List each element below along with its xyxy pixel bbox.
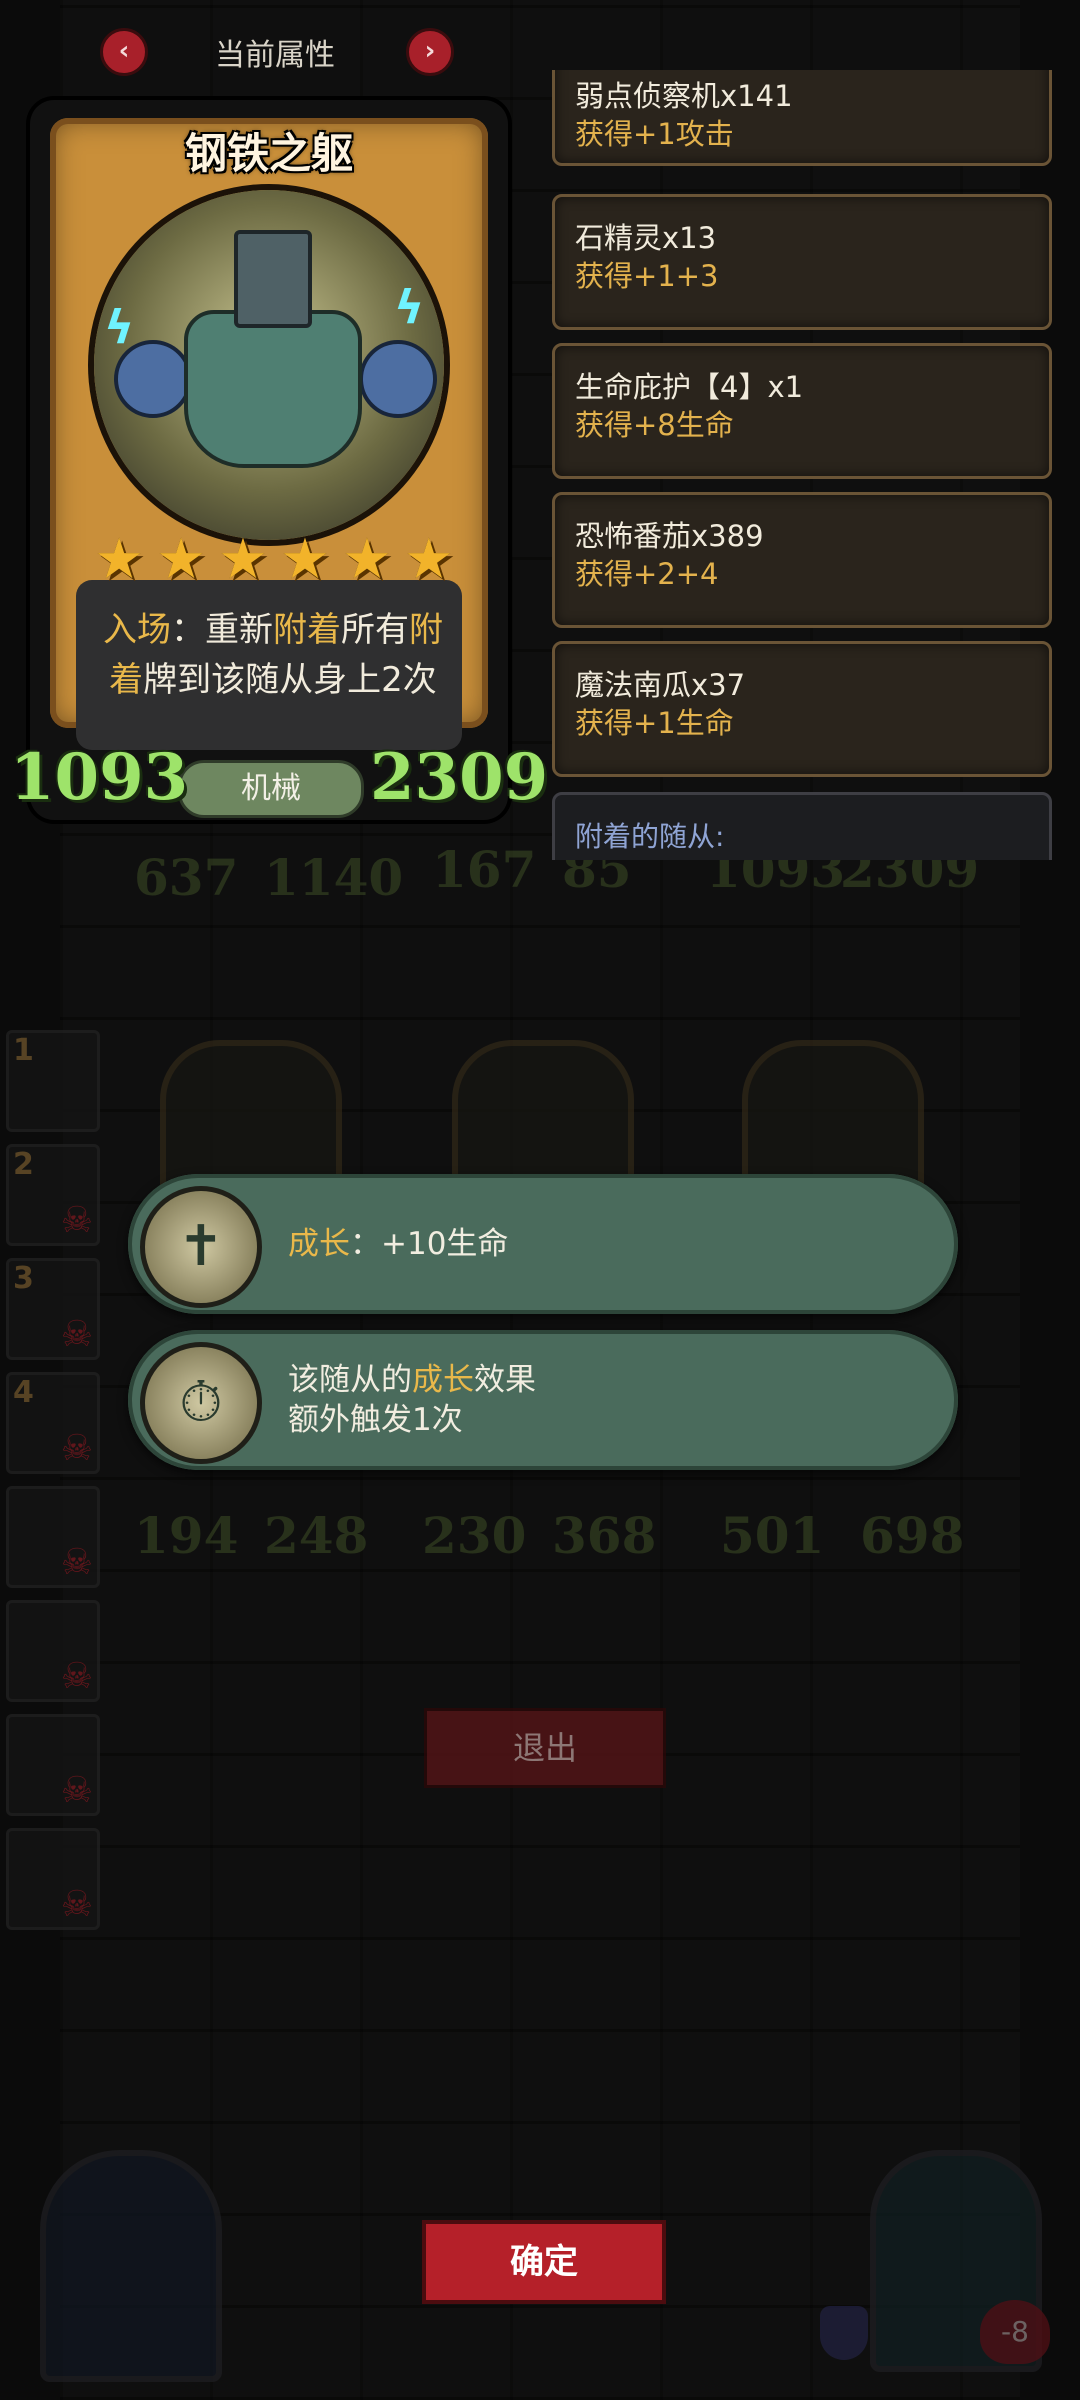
desc-text: 牌到该随从身上2次	[143, 660, 437, 700]
robot-head	[234, 230, 312, 328]
robot-body	[184, 310, 362, 468]
effect-title: 石精灵x13	[575, 221, 717, 255]
cross-icon: ✝	[140, 1186, 262, 1308]
banner-text: 该随从的成长效果 额外触发1次	[288, 1360, 536, 1440]
effects-list[interactable]: 弱点侦察机x141 获得+1攻击 石精灵x13 获得+1+3 生命庇护【4】x1…	[548, 70, 1053, 860]
effect-gain: 获得+1攻击	[575, 117, 734, 151]
desc-text: ：重新	[171, 610, 273, 650]
star-icon: ★	[279, 527, 331, 592]
keyword-attach: 附着	[273, 610, 341, 650]
banner-text: 成长：+10生命	[288, 1224, 508, 1264]
attached-label: 附着的随从:	[575, 820, 725, 853]
list-item: 石精灵x13 获得+1+3	[552, 194, 1052, 330]
growth-extra-banner: ⏱ 该随从的成长效果 额外触发1次	[128, 1330, 958, 1470]
minion-card: 钢铁之躯 ϟ ϟ ★ ★ ★ ★ ★ ★ 入场：重新附着所有附着牌到该随从身上2…	[10, 100, 548, 820]
card-description: 入场：重新附着所有附着牌到该随从身上2次	[88, 605, 458, 705]
effect-gain: 获得+1生命	[575, 706, 734, 740]
effect-title: 恐怖番茄x389	[575, 519, 764, 553]
card-name: 钢铁之躯	[184, 129, 353, 178]
keyword-growth: 成长	[412, 1362, 474, 1398]
effect-gain: 获得+8生命	[575, 408, 734, 442]
effect-gain: 获得+2+4	[575, 557, 719, 591]
confirm-button[interactable]: 确定	[422, 2220, 666, 2304]
lightning-icon: ϟ	[104, 300, 135, 354]
effect-title: 生命庇护【4】x1	[575, 370, 804, 404]
health-value: 2309	[370, 740, 549, 815]
page-title: 当前属性	[215, 38, 335, 73]
keyword-enter: 入场	[103, 610, 171, 650]
star-icon: ★	[403, 527, 454, 592]
growth-banner: ✝ 成长：+10生命	[128, 1174, 958, 1314]
desc-text: 所有	[341, 610, 409, 650]
effect-title: 弱点侦察机x141	[575, 79, 793, 113]
star-icon: ★	[341, 527, 393, 592]
attached-minions-section: 附着的随从:	[552, 792, 1052, 860]
list-item: 恐怖番茄x389 获得+2+4	[552, 492, 1052, 628]
attack-value: 1093	[10, 740, 189, 815]
banner-post: 效果	[474, 1362, 536, 1398]
banner-effect: ：+10生命	[350, 1226, 509, 1262]
banner-pre: 该随从的	[288, 1362, 412, 1398]
star-icon: ★	[155, 527, 207, 592]
minion-type: 机械	[178, 760, 364, 818]
stopwatch-icon: ⏱	[140, 1342, 262, 1464]
star-icon: ★	[217, 527, 269, 592]
list-item: 生命庇护【4】x1 获得+8生命	[552, 343, 1052, 479]
banner-line2: 额外触发1次	[288, 1402, 463, 1438]
effect-gain: 获得+1+3	[575, 259, 719, 293]
next-arrow-button[interactable]: ›	[406, 28, 454, 76]
robot-arm	[359, 340, 437, 418]
prev-arrow-button[interactable]: ‹	[100, 28, 148, 76]
effect-title: 魔法南瓜x37	[575, 668, 746, 702]
lightning-icon: ϟ	[394, 280, 425, 334]
exit-button[interactable]: 退出	[424, 1708, 666, 1788]
list-item: 魔法南瓜x37 获得+1生命	[552, 641, 1052, 777]
minion-portrait: ϟ ϟ	[94, 190, 444, 540]
list-item: 弱点侦察机x141 获得+1攻击	[552, 70, 1052, 166]
star-rating: ★ ★ ★ ★ ★ ★	[94, 532, 454, 588]
keyword-growth: 成长	[288, 1226, 350, 1262]
star-icon: ★	[94, 527, 145, 592]
